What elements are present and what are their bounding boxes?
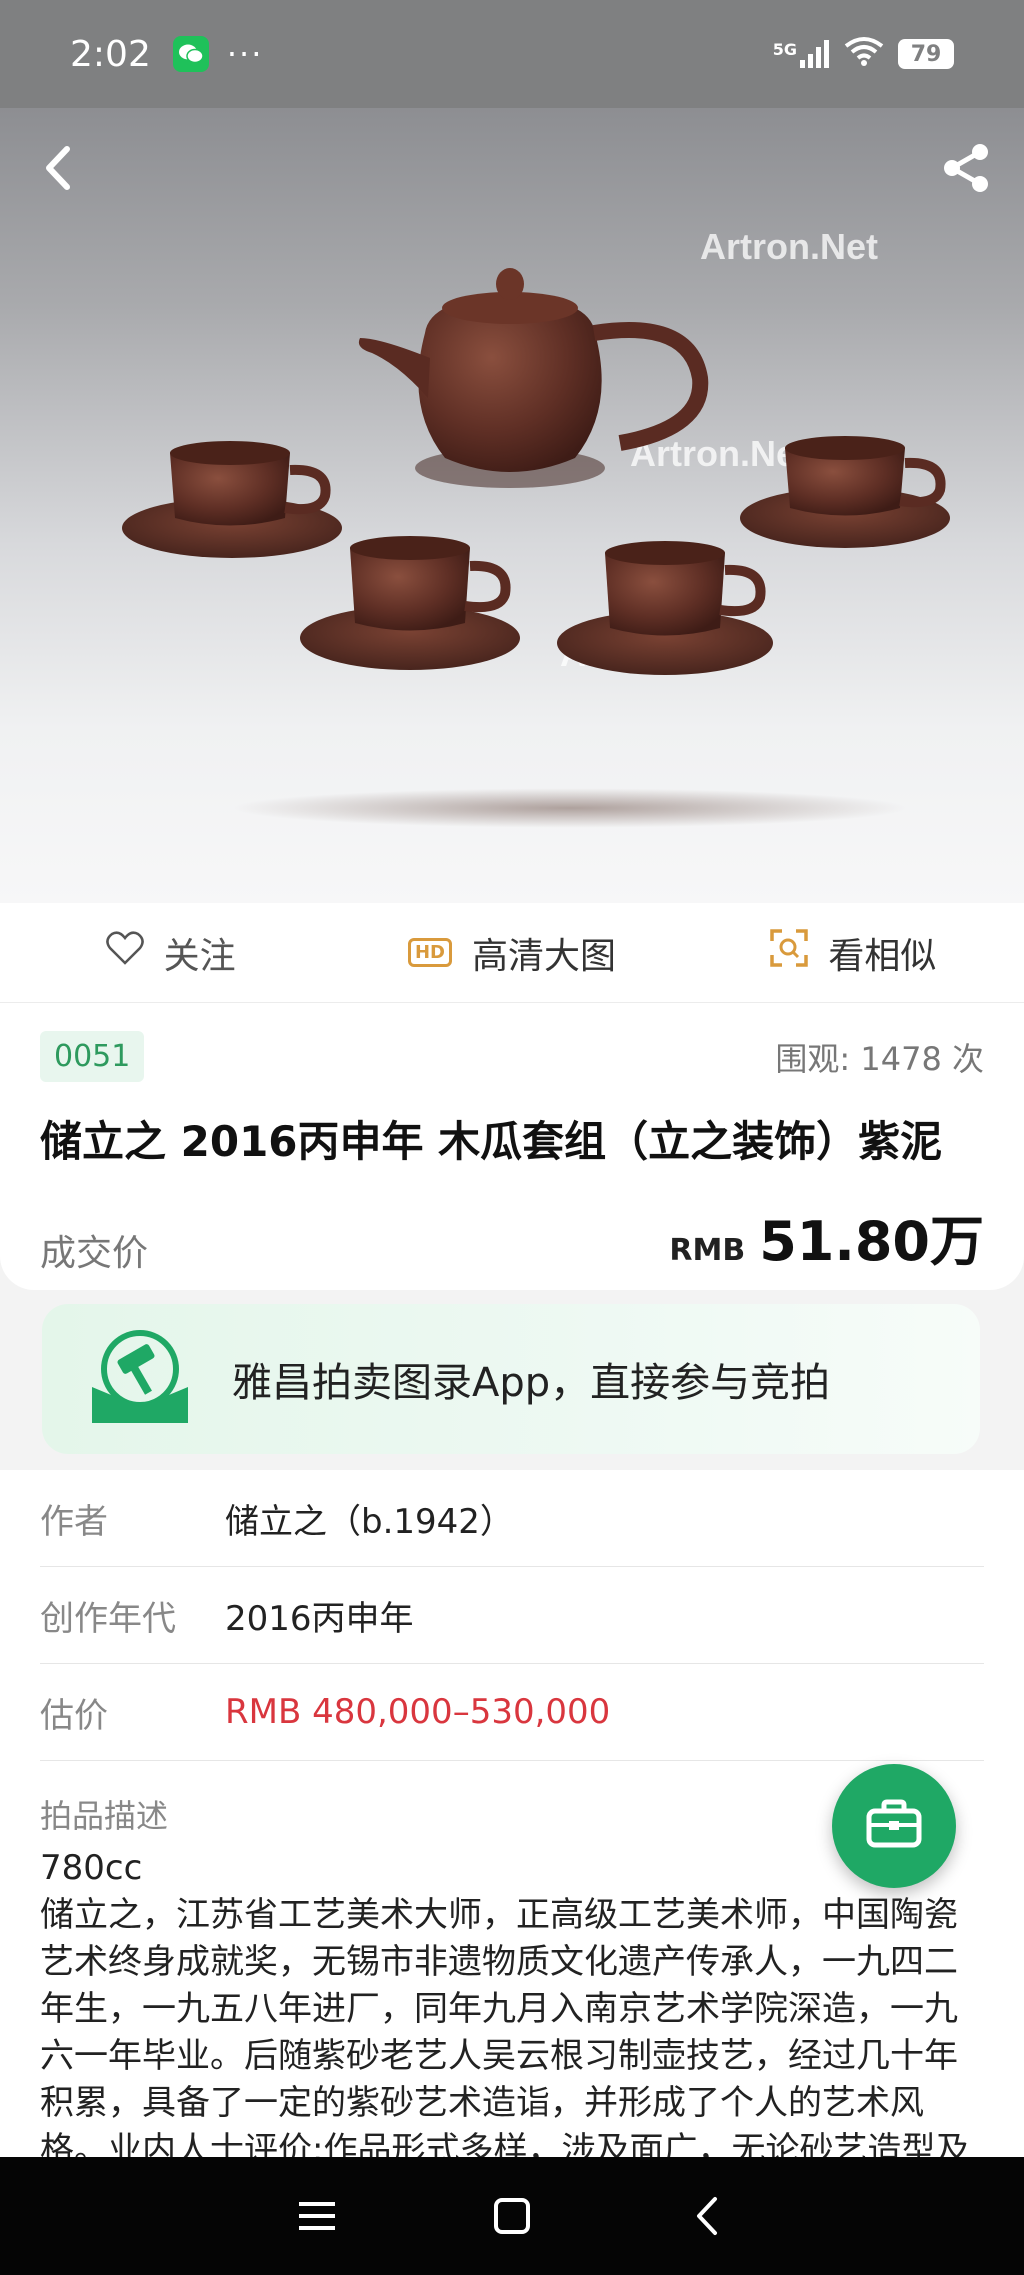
battery-icon: 79	[898, 39, 954, 69]
view-count: 围观: 1478 次	[775, 1039, 984, 1078]
lot-info-card: 0051 围观: 1478 次 储立之 2016丙申年 木瓜套组（立之装饰）紫泥…	[0, 1003, 1024, 1290]
action-bar: 关注 HD 高清大图 看相似	[0, 903, 1024, 1003]
author-label: 作者	[40, 1501, 108, 1542]
scan-icon	[770, 929, 809, 976]
network-type: 5G	[772, 40, 797, 59]
lot-number-badge: 0051	[40, 1031, 145, 1082]
estimate-value: RMB 480,000–530,000	[225, 1692, 611, 1732]
follow-button[interactable]: 关注	[0, 927, 341, 979]
year-row: 创作年代 2016丙申年	[40, 1567, 984, 1664]
price-amount: 51.80万	[759, 1210, 984, 1273]
status-bar: 2:02 ··· 5G 79	[0, 0, 1024, 108]
year-label: 创作年代	[40, 1598, 176, 1639]
consult-button[interactable]	[832, 1764, 956, 1888]
product-image[interactable]: Artron.Net Artron.Net Artron.Net	[0, 108, 1024, 903]
description-text: 780cc 储立之，江苏省工艺美术大师，正高级工艺美术师，中国陶瓷艺术终身成就奖…	[40, 1848, 970, 2170]
status-time: 2:02	[70, 33, 151, 75]
app-promo-banner[interactable]: 雅昌拍卖图录App，直接参与竞拍	[42, 1304, 980, 1454]
teapot-set-illustration	[122, 268, 950, 675]
wechat-icon	[172, 36, 209, 72]
estimate-label: 估价	[40, 1695, 108, 1736]
image-shadow	[230, 788, 910, 828]
signal-icon: 5G	[773, 40, 830, 68]
sold-price: RMB 51.80万	[669, 1197, 984, 1276]
system-nav-bar	[0, 2157, 1024, 2275]
app-promo-text: 雅昌拍卖图录App，直接参与竞拍	[232, 1360, 831, 1406]
app-banner-section: 雅昌拍卖图录App，直接参与竞拍	[0, 1290, 1024, 1470]
wifi-icon	[844, 34, 884, 75]
author-row: 作者 储立之（b.1942）	[40, 1470, 984, 1567]
heart-icon	[105, 931, 144, 974]
hd-image-label: 高清大图	[471, 935, 616, 977]
back-nav-icon[interactable]	[677, 2186, 737, 2246]
home-icon[interactable]	[482, 2186, 542, 2246]
follow-label: 关注	[163, 935, 236, 977]
year-value: 2016丙申年	[225, 1598, 414, 1639]
hd-icon: HD	[407, 938, 452, 967]
hd-image-button[interactable]: HD 高清大图	[341, 927, 682, 979]
similar-label: 看相似	[828, 935, 937, 977]
similar-button[interactable]: 看相似	[683, 927, 1024, 979]
artron-app-logo-icon	[88, 1329, 192, 1429]
sold-price-label: 成交价	[40, 1233, 149, 1274]
price-currency: RMB	[669, 1233, 746, 1268]
briefcase-icon	[866, 1799, 922, 1853]
lot-title: 储立之 2016丙申年 木瓜套组（立之装饰）紫泥	[40, 1117, 943, 1166]
author-value[interactable]: 储立之（b.1942）	[225, 1494, 514, 1543]
more-notifications-icon: ···	[226, 35, 264, 73]
recents-icon[interactable]	[287, 2186, 347, 2246]
estimate-row: 估价 RMB 480,000–530,000	[40, 1664, 984, 1761]
